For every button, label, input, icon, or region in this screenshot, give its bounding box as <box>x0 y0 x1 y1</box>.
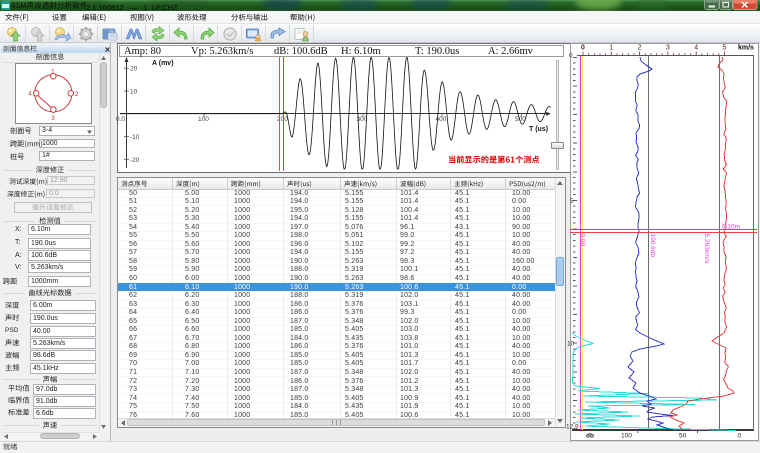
svg-text:db: db <box>586 433 594 440</box>
svg-text:0: 0 <box>738 433 742 440</box>
svg-text:0: 0 <box>581 45 585 52</box>
svg-text:5: 5 <box>723 45 727 52</box>
svg-text:5.263km/s: 5.263km/s <box>703 234 710 265</box>
svg-text:0.00: 0.00 <box>579 234 586 247</box>
svg-text:6.10m: 6.10m <box>722 224 740 231</box>
svg-text:0: 0 <box>569 53 573 60</box>
svg-text:km/s: km/s <box>738 45 754 52</box>
svg-text:50: 50 <box>679 433 687 440</box>
svg-text:100.6db: 100.6db <box>649 234 656 258</box>
svg-text:4: 4 <box>694 45 698 52</box>
svg-text:5: 5 <box>570 198 574 205</box>
svg-text:3: 3 <box>666 45 670 52</box>
svg-text:10: 10 <box>567 341 575 348</box>
svg-text:100: 100 <box>621 433 632 440</box>
svg-text:2: 2 <box>638 45 642 52</box>
svg-text:1: 1 <box>609 45 613 52</box>
